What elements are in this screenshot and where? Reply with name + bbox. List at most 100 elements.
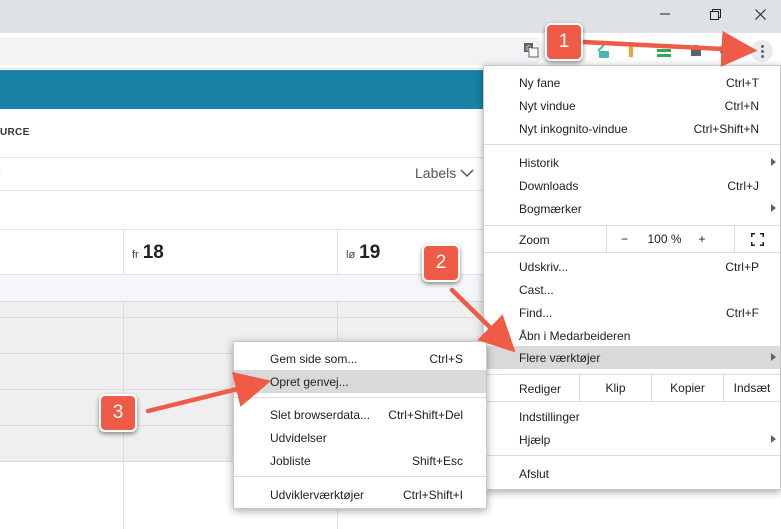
menu-dot (760, 44, 764, 48)
menu-item-new-window[interactable]: Nyt vindue Ctrl+N (484, 94, 780, 117)
close-button[interactable] (737, 0, 781, 28)
day-name: fr (132, 249, 139, 261)
menu-item-history[interactable]: Historik (484, 151, 780, 174)
step-badge-2: 2 (422, 244, 460, 282)
zoom-row: Zoom − 100 % + (484, 226, 780, 252)
menu-item-shortcut: Ctrl+T (726, 76, 759, 90)
menu-item-shortcut: Shift+Esc (411, 454, 463, 468)
zoom-label: Zoom (519, 233, 550, 247)
menu-item-settings[interactable]: Indstillinger (484, 405, 780, 428)
menu-item-shortcut: Ctrl+Shift+Del (388, 408, 463, 422)
day-date: 18 (142, 242, 164, 263)
labels-dropdown[interactable]: Labels (415, 165, 474, 181)
menu-dot (760, 49, 764, 53)
restore-icon (709, 8, 721, 20)
day-header: lø 19 (346, 242, 380, 264)
zoom-value: 100 % (647, 232, 682, 246)
submenu-arrow-icon (771, 204, 776, 212)
paste-button[interactable]: Indsæt (723, 375, 780, 401)
zoom-in-button[interactable]: + (687, 226, 717, 252)
menu-item-find[interactable]: Find... Ctrl+F (484, 301, 780, 324)
menu-item-open-in-app[interactable]: Åbn i Medarbeideren (484, 324, 780, 347)
menu-separator (484, 252, 780, 253)
extensions-puzzle-icon[interactable] (687, 41, 705, 59)
menu-item-label: Ny fane (519, 76, 561, 90)
menu-item-shortcut: Ctrl+N (724, 99, 759, 113)
menu-item-shortcut: Ctrl+P (725, 260, 759, 274)
step-badge-1: 1 (545, 23, 583, 61)
menu-item-bookmarks[interactable]: Bogmærker (484, 197, 780, 220)
translate-icon[interactable]: G (522, 41, 540, 59)
menu-item-exit[interactable]: Afslut (484, 462, 780, 485)
menu-item-label: Nyt inkognito-vindue (519, 122, 628, 136)
extension-pen-icon[interactable] (595, 41, 613, 59)
menu-separator (234, 397, 486, 398)
step-badge-3: 3 (99, 394, 137, 432)
submenu-arrow-icon (771, 158, 776, 166)
menu-item-label: Bogmærker (519, 202, 582, 216)
menu-item-label: Afslut (519, 467, 550, 481)
submenu-item-create-shortcut[interactable]: Opret genvej... (234, 370, 486, 393)
menu-item-shortcut: Ctrl+Shift+N (693, 122, 759, 136)
paste-label: Indsæt (733, 381, 771, 395)
menu-item-label: Jobliste (270, 454, 311, 468)
copy-button[interactable]: Kopier (651, 375, 723, 401)
filter-caret: ‹ (0, 166, 1, 180)
zoom-out-button[interactable]: − (606, 226, 642, 252)
menu-item-label: Udskriv... (519, 260, 569, 274)
menu-separator (484, 401, 780, 402)
fullscreen-icon (751, 232, 764, 246)
menu-item-incognito[interactable]: Nyt inkognito-vindue Ctrl+Shift+N (484, 117, 780, 140)
minimize-button[interactable] (642, 0, 688, 28)
labels-label: Labels (415, 165, 457, 181)
menu-item-new-tab[interactable]: Ny fane Ctrl+T (484, 71, 780, 94)
menu-item-shortcut: Ctrl+F (726, 306, 759, 320)
profile-icon[interactable] (719, 41, 737, 59)
submenu-arrow-icon (771, 353, 776, 361)
menu-item-more-tools[interactable]: Flere værktøjer (484, 346, 780, 369)
submenu-item-save-page[interactable]: Gem side som... Ctrl+S (234, 347, 486, 370)
svg-text:G: G (526, 46, 531, 53)
menu-item-shortcut: Ctrl+S (429, 352, 463, 366)
menu-item-label: Flere værktøjer (519, 351, 601, 365)
menu-item-downloads[interactable]: Downloads Ctrl+J (484, 174, 780, 197)
submenu-item-devtools[interactable]: Udviklerværktøjer Ctrl+Shift+I (234, 483, 486, 506)
extension-orange-icon[interactable] (622, 41, 640, 59)
menu-item-print[interactable]: Udskriv... Ctrl+P (484, 255, 780, 278)
menu-item-cast[interactable]: Cast... (484, 278, 780, 301)
menu-item-help[interactable]: Hjælp (484, 428, 780, 451)
menu-item-label: Slet browserdata... (270, 408, 371, 422)
cut-label: Klip (605, 381, 626, 395)
fullscreen-button[interactable] (734, 226, 780, 252)
extension-green-icon[interactable] (655, 41, 673, 59)
menu-item-label: Gem side som... (270, 352, 358, 366)
menu-item-label: Udvidelser (270, 431, 327, 445)
chrome-menu-button[interactable] (751, 40, 773, 62)
submenu-arrow-icon (771, 435, 776, 443)
column-divider (123, 301, 124, 461)
address-bar[interactable] (0, 37, 545, 65)
minimize-icon (660, 13, 670, 15)
edit-row: Rediger Klip Kopier Indsæt (484, 375, 780, 401)
day-name: lø (346, 249, 356, 261)
section-label: URCE (0, 127, 30, 138)
submenu-item-task-manager[interactable]: Jobliste Shift+Esc (234, 449, 486, 472)
menu-item-label: Åbn i Medarbeideren (519, 329, 631, 343)
cut-button[interactable]: Klip (579, 375, 651, 401)
browser-toolbar: G (0, 33, 781, 69)
chrome-main-menu: Ny fane Ctrl+T Nyt vindue Ctrl+N Nyt ink… (483, 65, 781, 490)
menu-item-label: Historik (519, 156, 560, 170)
restore-button[interactable] (692, 0, 738, 28)
menu-item-label: Udviklerværktøjer (270, 488, 365, 502)
menu-separator (234, 476, 486, 477)
zoom-level: 100 % (642, 226, 687, 252)
menu-item-label: Find... (519, 306, 553, 320)
menu-item-label: Downloads (519, 179, 579, 193)
edit-label: Rediger (519, 382, 562, 396)
menu-item-shortcut: Ctrl+J (727, 179, 759, 193)
menu-dot (760, 54, 764, 58)
title-bar (0, 0, 781, 33)
menu-item-shortcut: Ctrl+Shift+I (402, 488, 463, 502)
submenu-item-extensions[interactable]: Udvidelser (234, 426, 486, 449)
submenu-item-clear-data[interactable]: Slet browserdata... Ctrl+Shift+Del (234, 403, 486, 426)
